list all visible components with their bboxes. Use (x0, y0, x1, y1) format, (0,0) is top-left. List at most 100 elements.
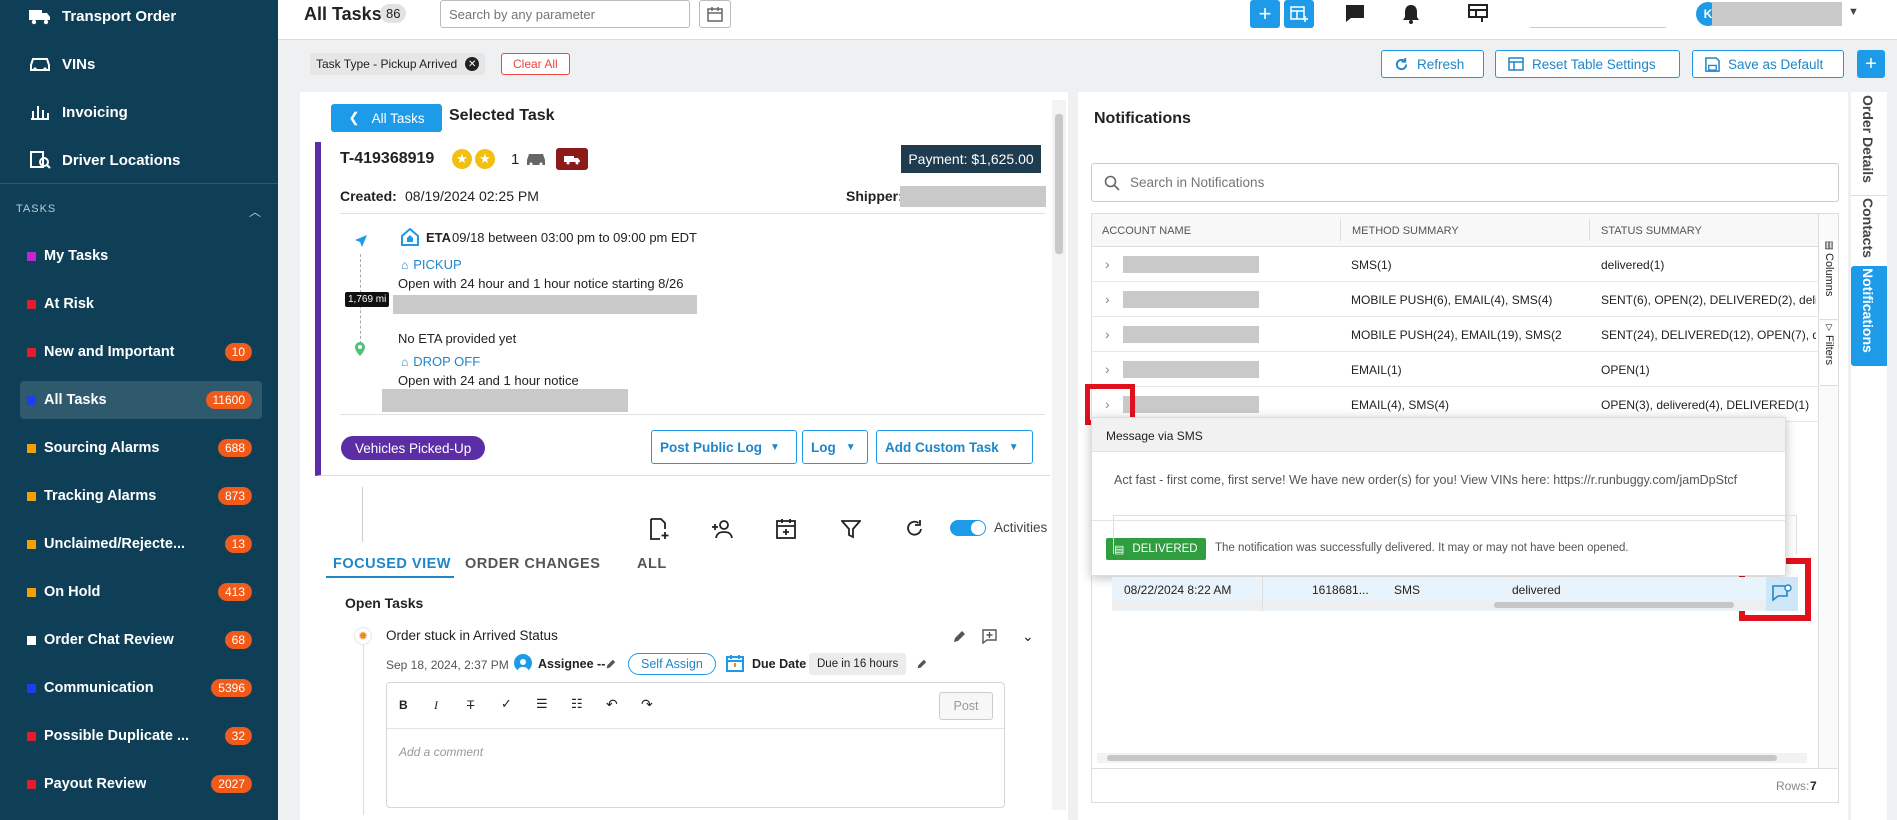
post-public-log-button[interactable]: Post Public Log ▼ (651, 430, 797, 464)
self-assign-button[interactable]: Self Assign (628, 653, 716, 675)
notification-row[interactable]: › MOBILE PUSH(6), EMAIL(4), SMS(4) SENT(6)… (1091, 282, 1819, 317)
refresh-button[interactable]: Refresh (1381, 50, 1484, 78)
sidebar-task-item[interactable]: Order Chat Review 68 (20, 621, 262, 659)
due-date-value[interactable]: Due in 16 hours (809, 653, 907, 675)
undo-icon[interactable]: ↶ (606, 696, 618, 713)
add-event-icon[interactable] (776, 518, 796, 542)
save-default-button[interactable]: Save as Default (1692, 50, 1844, 78)
chevron-down-icon[interactable]: ▼ (1848, 6, 1859, 18)
post-button[interactable]: Post (939, 692, 993, 720)
notifications-search[interactable] (1091, 163, 1839, 202)
comment-placeholder[interactable]: Add a comment (399, 745, 483, 759)
add-view-button[interactable]: + (1857, 50, 1885, 78)
sidebar-task-item[interactable]: Unclaimed/Rejecte... 13 (20, 525, 262, 563)
pickup-link[interactable]: ⌂ PICKUP (401, 257, 462, 272)
grid-horizontal-scrollbar[interactable] (1097, 753, 1807, 763)
notification-row[interactable]: › MOBILE PUSH(24), EMAIL(19), SMS(27) SENT… (1091, 317, 1819, 352)
tab-notifications[interactable]: Notifications (1860, 268, 1876, 353)
color-square-icon (27, 587, 36, 597)
gear-icon: ✹ (354, 627, 372, 645)
log-button[interactable]: Log ▼ (802, 430, 868, 464)
back-to-all-tasks-button[interactable]: ❮ All Tasks (331, 104, 442, 132)
column-header-account[interactable]: ACCOUNT NAME (1102, 225, 1191, 237)
column-header-method[interactable]: METHOD SUMMARY (1352, 225, 1459, 237)
dropoff-link[interactable]: ⌂ DROP OFF (401, 354, 480, 369)
sms-message-icon[interactable] (1772, 584, 1792, 605)
tab-order-details[interactable]: Order Details (1860, 95, 1876, 183)
strikethrough-icon[interactable]: T (467, 698, 474, 712)
scrollbar-thumb[interactable] (1107, 755, 1777, 761)
tasks-section-header[interactable]: TASKS ︿ (16, 203, 262, 220)
task-id[interactable]: T-419368919 (340, 150, 434, 168)
sub-grid-row[interactable]: 08/22/2024 8:22 AM 1618681... SMS delive… (1112, 577, 1798, 611)
refresh-icon[interactable] (905, 519, 924, 541)
sidebar-task-item[interactable]: At Risk (20, 285, 262, 323)
redo-icon[interactable]: ↷ (641, 696, 653, 713)
edit-icon[interactable] (952, 630, 966, 647)
bold-icon[interactable]: B (399, 698, 408, 712)
comment-add-icon[interactable] (982, 629, 997, 647)
edit-icon[interactable] (605, 658, 616, 673)
chevron-right-icon[interactable]: › (1105, 256, 1110, 272)
tab-contacts[interactable]: Contacts (1860, 198, 1876, 258)
chevron-down-icon[interactable]: ⌄ (1022, 628, 1034, 645)
chevron-right-icon[interactable]: › (1105, 291, 1110, 307)
checklist-icon[interactable]: ✓ (501, 696, 512, 712)
sub-scrollbar[interactable] (1264, 601, 1766, 609)
nav-driver-locations[interactable]: Driver Locations (28, 150, 180, 170)
task-panel-scrollbar[interactable] (1052, 100, 1066, 810)
sidebar-task-item[interactable]: Sourcing Alarms 688 (20, 429, 262, 467)
clear-all-button[interactable]: Clear All (501, 53, 570, 75)
sidebar-task-item[interactable]: All Tasks 11600 (20, 381, 262, 419)
open-task-title[interactable]: Order stuck in Arrived Status (386, 628, 558, 643)
search-input[interactable] (440, 0, 690, 28)
bullet-list-icon[interactable]: ☰ (536, 696, 548, 712)
tab-all[interactable]: ALL (637, 556, 667, 572)
add-table-button[interactable] (1284, 0, 1314, 28)
sidebar-task-item[interactable]: Communication 5396 (20, 669, 262, 707)
sidebar-task-item[interactable]: Possible Duplicate ... 32 (20, 717, 262, 755)
comment-editor[interactable]: B I T ✓ ☰ ☷ ↶ ↷ Post Add a comment (386, 682, 1005, 808)
close-icon[interactable]: ✕ (465, 57, 480, 71)
nav-invoicing[interactable]: Invoicing (28, 102, 128, 122)
sub-scrollbar-left[interactable] (1112, 601, 1262, 609)
nav-transport-order[interactable]: Transport Order (28, 6, 176, 26)
method-summary: SMS(1) (1351, 258, 1392, 272)
numbered-list-icon[interactable]: ☷ (571, 696, 583, 712)
chevron-right-icon[interactable]: › (1105, 326, 1110, 342)
notifications-search-input[interactable] (1130, 167, 1838, 198)
chevron-right-icon[interactable]: › (1105, 361, 1110, 377)
add-custom-task-button[interactable]: Add Custom Task ▼ (876, 430, 1033, 464)
edit-icon[interactable] (916, 658, 927, 673)
nav-vins[interactable]: VINs (28, 54, 95, 74)
filter-icon[interactable] (840, 519, 862, 542)
sidebar-task-item[interactable]: New and Important 10 (20, 333, 262, 371)
bell-icon[interactable] (1401, 3, 1421, 28)
tab-focused-view[interactable]: FOCUSED VIEW (333, 556, 451, 572)
team-selector[interactable] (1530, 0, 1666, 28)
chat-icon[interactable] (1344, 3, 1366, 26)
italic-icon[interactable]: I (434, 698, 438, 713)
notification-row[interactable]: › EMAIL(1) OPEN(1) (1091, 352, 1819, 387)
sidebar-task-item[interactable]: My Tasks (20, 237, 262, 275)
filter-chip[interactable]: Task Type - Pickup Arrived ✕ (310, 53, 486, 75)
column-header-status[interactable]: STATUS SUMMARY (1601, 225, 1702, 237)
columns-tool-tab[interactable]: ▥ Columns (1820, 240, 1838, 320)
add-person-icon[interactable] (711, 519, 735, 542)
sidebar-task-item[interactable]: On Hold 413 (20, 573, 262, 611)
add-button[interactable]: + (1250, 0, 1280, 28)
sidebar-task-item[interactable]: Tracking Alarms 873 (20, 477, 262, 515)
task-item-label: Sourcing Alarms (44, 440, 160, 456)
filters-tool-tab[interactable]: ▽ Filters (1820, 322, 1838, 386)
reset-table-settings-button[interactable]: Reset Table Settings (1495, 50, 1680, 78)
calendar-button[interactable] (699, 0, 731, 28)
chevron-up-icon[interactable]: ︿ (249, 203, 262, 220)
activities-toggle[interactable] (950, 520, 986, 536)
notification-row[interactable]: › SMS(1) delivered(1) (1091, 247, 1819, 282)
table-settings-icon[interactable] (1468, 4, 1488, 25)
sidebar-task-item[interactable]: Payout Review 2027 (20, 765, 262, 803)
tab-order-changes[interactable]: ORDER CHANGES (465, 556, 600, 572)
scrollbar-thumb[interactable] (1055, 114, 1063, 254)
task-count-badge: 11600 (205, 391, 252, 409)
new-document-icon[interactable] (648, 518, 670, 543)
